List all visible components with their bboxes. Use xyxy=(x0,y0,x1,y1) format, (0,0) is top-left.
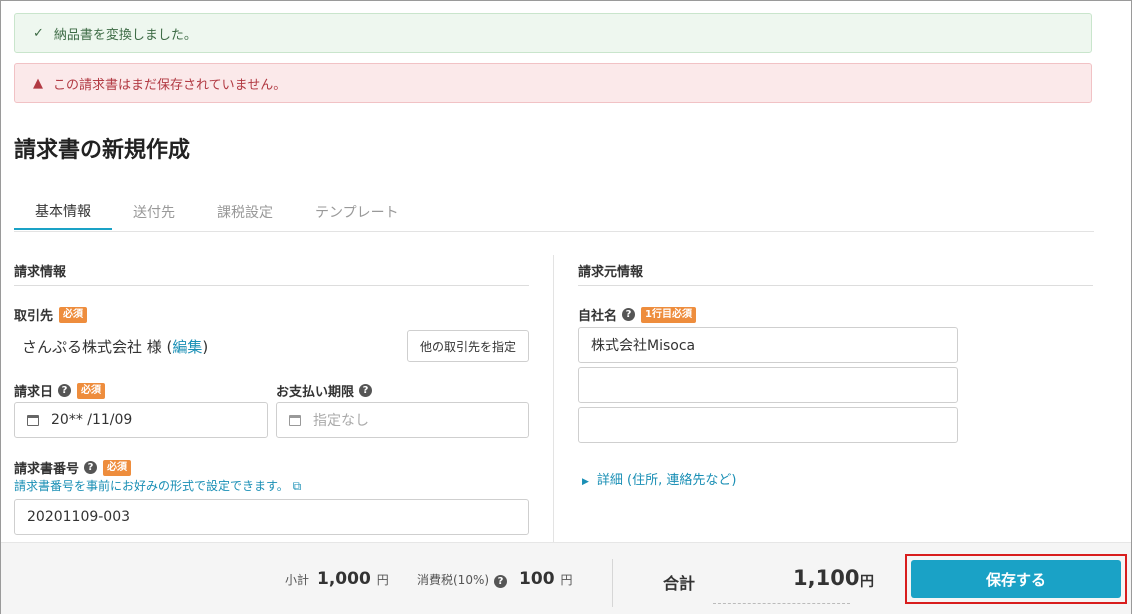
client-label-text: 取引先 xyxy=(14,309,54,324)
help-icon[interactable]: ? xyxy=(58,384,72,397)
tab-tax-settings[interactable]: 課税設定 xyxy=(196,193,294,230)
invoice-number-settings-link[interactable]: 請求書番号を事前にお好みの形式で設定できます。 ⧉ xyxy=(14,477,301,494)
tax-label: 消費税(10%) xyxy=(417,573,490,587)
tax-value: 100 xyxy=(519,569,555,589)
success-alert: ✓ 納品書を変換しました。 xyxy=(14,13,1092,53)
due-date-label-text: お支払い期限 xyxy=(276,385,355,400)
details-toggle-text: 詳細 (住所, 連絡先など) xyxy=(596,473,737,488)
other-client-button[interactable]: 他の取引先を指定 xyxy=(407,330,529,362)
column-divider xyxy=(553,255,554,542)
required-badge: 必須 xyxy=(59,306,88,323)
page-title: 請求書の新規作成 xyxy=(14,138,191,163)
subtotal-label: 小計 xyxy=(285,573,310,587)
client-close-paren: ) xyxy=(202,338,209,356)
check-icon: ✓ xyxy=(33,25,44,41)
required-badge: 必須 xyxy=(103,459,132,476)
total-yen: 円 xyxy=(860,574,874,590)
invoice-date-value: 20** /11/09 xyxy=(51,412,133,428)
client-name: さんぷる株式会社 様 ( xyxy=(22,338,173,356)
invoice-date-input[interactable]: 20** /11/09 xyxy=(14,402,268,438)
due-date-label: お支払い期限 ? xyxy=(276,381,373,400)
footer-divider xyxy=(612,559,613,607)
help-icon[interactable]: ? xyxy=(622,308,636,321)
company-name-label-text: 自社名 xyxy=(578,309,618,324)
warning-alert-text: この請求書はまだ保存されていません。 xyxy=(53,77,287,93)
due-date-placeholder: 指定なし xyxy=(313,413,369,429)
client-display: さんぷる株式会社 様 (編集) xyxy=(22,336,208,357)
company-name-line2-input[interactable] xyxy=(578,367,958,403)
invoice-number-input[interactable]: 20201109-003 xyxy=(14,499,529,535)
invoice-date-label: 請求日 ? 必須 xyxy=(14,381,106,400)
company-name-label: 自社名 ? 1行目必須 xyxy=(578,305,696,324)
required-badge: 必須 xyxy=(77,382,106,399)
calendar-icon xyxy=(27,414,39,426)
company-name-line1-value: 株式会社Misoca xyxy=(591,338,696,354)
section-divider xyxy=(578,285,1093,286)
invoice-number-label-text: 請求書番号 xyxy=(14,462,80,477)
invoice-number-label: 請求書番号 ? 必須 xyxy=(14,458,132,477)
client-label: 取引先 必須 xyxy=(14,305,88,324)
tab-basic-info[interactable]: 基本情報 xyxy=(14,193,112,230)
company-name-line1-input[interactable]: 株式会社Misoca xyxy=(578,327,958,363)
invoice-number-value: 20201109-003 xyxy=(27,509,131,525)
warning-alert: ▲ この請求書はまだ保存されていません。 xyxy=(14,63,1092,103)
help-icon[interactable]: ? xyxy=(84,461,98,474)
warning-icon: ▲ xyxy=(33,75,43,91)
billing-info-heading: 請求情報 xyxy=(14,265,67,280)
subtotal: 小計 1,000 円 xyxy=(285,569,389,589)
tab-bar: 基本情報 送付先 課税設定 テンプレート xyxy=(14,193,1094,232)
due-date-input[interactable]: 指定なし xyxy=(276,402,529,438)
calendar-icon xyxy=(289,414,301,426)
total-label: 合計 xyxy=(663,574,696,593)
subtotal-value: 1,000 xyxy=(317,569,371,589)
caret-right-icon: ▶ xyxy=(582,477,589,487)
help-icon[interactable]: ? xyxy=(359,384,373,397)
tax: 消費税(10%) ? 100 円 xyxy=(417,569,573,589)
company-name-line3-input[interactable] xyxy=(578,407,958,443)
help-icon[interactable]: ? xyxy=(494,575,508,588)
invoice-date-label-text: 請求日 xyxy=(14,385,54,400)
tab-destination[interactable]: 送付先 xyxy=(112,193,196,230)
totals-footer: 小計 1,000 円 消費税(10%) ? 100 円 合計 1,100 円 保… xyxy=(1,542,1131,614)
section-divider xyxy=(14,285,529,286)
tab-template[interactable]: テンプレート xyxy=(294,193,420,230)
client-edit-link[interactable]: 編集 xyxy=(172,338,202,356)
total-value: 1,100 xyxy=(793,566,860,590)
sender-info-heading: 請求元情報 xyxy=(578,265,644,280)
first-line-required-badge: 1行目必須 xyxy=(641,306,696,323)
details-toggle[interactable]: ▶ 詳細 (住所, 連絡先など) xyxy=(582,469,736,488)
subtotal-yen: 円 xyxy=(376,573,389,587)
tax-yen: 円 xyxy=(560,573,573,587)
success-alert-text: 納品書を変換しました。 xyxy=(53,27,197,43)
save-button[interactable]: 保存する xyxy=(911,560,1121,598)
save-button-highlight: 保存する xyxy=(905,554,1127,604)
total-underline xyxy=(713,603,850,604)
